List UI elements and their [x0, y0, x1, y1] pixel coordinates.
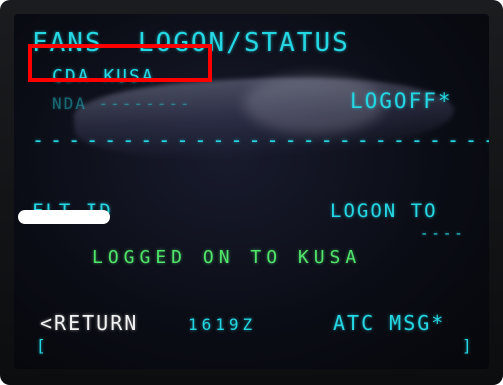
scratchpad-left-bracket: [	[36, 336, 48, 355]
utc-time: 1619Z	[188, 315, 257, 334]
scratchpad-right-bracket: ]	[462, 336, 474, 355]
logoff-button[interactable]: LOGOFF*	[350, 89, 453, 113]
status-message: LOGGED ON TO KUSA	[92, 247, 362, 268]
logon-to-field[interactable]: ----	[420, 226, 466, 242]
atc-msg-button[interactable]: ATC MSG*	[333, 311, 445, 335]
logon-to-label: LOGON TO	[330, 200, 438, 222]
next-data-authority: NDA --------	[52, 94, 192, 113]
flight-id-redaction	[18, 210, 110, 224]
separator-line: ----------------------------	[32, 128, 489, 152]
return-button[interactable]: <RETURN	[40, 311, 138, 335]
cda-highlight-box	[28, 44, 212, 82]
